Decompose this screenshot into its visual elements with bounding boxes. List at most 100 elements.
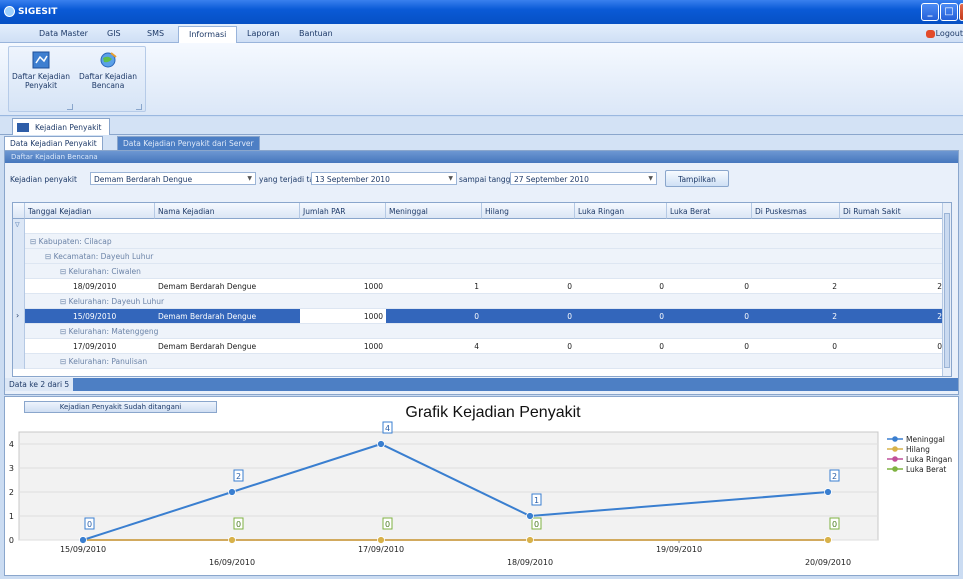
- data-label: 0: [236, 520, 241, 529]
- plot-area: [18, 431, 879, 541]
- menu-laporan[interactable]: Laporan: [247, 29, 280, 38]
- data-point: [824, 488, 832, 496]
- data-label: 2: [236, 472, 241, 481]
- chart-title: Grafik Kejadian Penyakit: [405, 404, 581, 421]
- col-luka-berat[interactable]: Luka Berat: [667, 203, 752, 219]
- y-tick-label: 4: [9, 440, 14, 449]
- cell-meninggal: 0: [474, 312, 479, 321]
- col-tanggal-kejadian[interactable]: Tanggal Kejadian: [25, 203, 155, 219]
- data-label: 0: [87, 520, 92, 529]
- col-nama-kejadian[interactable]: Nama Kejadian: [155, 203, 300, 219]
- data-point: [526, 536, 534, 544]
- menu-informasi[interactable]: Informasi: [178, 26, 238, 43]
- col-meninggal[interactable]: Meninggal: [386, 203, 482, 219]
- y-tick-label: 0: [9, 536, 14, 545]
- tab-data-dari-server[interactable]: Data Kejadian Penyakit dari Server: [117, 136, 260, 150]
- group-row-kelurahan[interactable]: ⊟ Kelurahan: Ciwalen: [13, 264, 944, 279]
- ribbon-btn2-line1: Daftar Kejadian: [79, 72, 137, 81]
- table-row-selected[interactable]: › 15/09/2010 Demam Berdarah Dengue 1000 …: [13, 309, 944, 324]
- minimize-button[interactable]: _: [921, 3, 939, 21]
- legend-marker: [892, 436, 898, 442]
- group-label-kelurahan: ⊟ Kelurahan: Panulisan: [60, 357, 148, 366]
- tab-kejadian-penyakit[interactable]: Kejadian Penyakit: [12, 118, 111, 135]
- cell-rumah-sakit: 0: [937, 342, 942, 351]
- group-launcher-icon[interactable]: [67, 104, 73, 110]
- menu-data-master[interactable]: Data Master: [39, 29, 88, 38]
- group-label-kelurahan: ⊟ Kelurahan: Ciwalen: [60, 267, 141, 276]
- close-button[interactable]: [959, 3, 963, 21]
- group-label-kelurahan: ⊟ Kelurahan: Dayeuh Luhur: [60, 297, 165, 306]
- group-row-kelurahan[interactable]: ⊟ Kelurahan: Dayeuh Luhur: [13, 294, 944, 309]
- document-tab-strip: Kejadian Penyakit: [0, 117, 963, 135]
- cell-par[interactable]: 1000: [300, 312, 383, 321]
- group-row-kabupaten[interactable]: ⊟ Kabupaten: Cilacap: [13, 234, 944, 249]
- data-label: 0: [385, 520, 390, 529]
- group-row-kelurahan[interactable]: ⊟ Kelurahan: Matenggeng: [13, 324, 944, 339]
- chart-panel: Kejadian Penyakit Sudah ditangani Grafik…: [4, 396, 959, 576]
- cell-hilang: 0: [567, 312, 572, 321]
- dropdown-arrow-icon: ▼: [247, 175, 252, 182]
- tanggal-dari-select[interactable]: 13 September 2010 ▼: [311, 172, 457, 185]
- data-point: [824, 536, 832, 544]
- tab-data-kejadian-penyakit[interactable]: Data Kejadian Penyakit: [4, 136, 103, 150]
- group-row-kecamatan[interactable]: ⊟ Kecamatan: Dayeuh Luhur: [13, 249, 944, 264]
- dropdown-arrow-icon: ▼: [448, 175, 453, 182]
- map-icon: [32, 51, 50, 69]
- group-launcher-icon[interactable]: [136, 104, 142, 110]
- cell-par: 1000: [363, 342, 383, 351]
- group-text: Kelurahan: Panulisan: [68, 357, 148, 366]
- legend-entry: Luka Ringan: [906, 455, 952, 464]
- group-text: Kabupaten: Cilacap: [38, 237, 112, 246]
- col-luka-ringan[interactable]: Luka Ringan: [575, 203, 667, 219]
- header-indicator: [13, 203, 25, 219]
- col-di-puskesmas[interactable]: Di Puskesmas: [752, 203, 840, 219]
- penyakit-select[interactable]: Demam Berdarah Dengue ▼: [90, 172, 256, 185]
- group-text: Kecamatan: Dayeuh Luhur: [53, 252, 154, 261]
- group-label-kecamatan: ⊟ Kecamatan: Dayeuh Luhur: [45, 252, 154, 261]
- menu-sms[interactable]: SMS: [147, 29, 164, 38]
- daftar-kejadian-bencana-button[interactable]: Daftar Kejadian Bencana: [75, 49, 141, 90]
- window-title: SIGESIT: [18, 7, 58, 17]
- maximize-button[interactable]: □: [940, 3, 958, 21]
- tampilkan-button[interactable]: Tampilkan: [665, 170, 729, 187]
- legend-entry: Meninggal: [906, 435, 945, 444]
- cell-puskesmas: 2: [832, 312, 837, 321]
- cell-tanggal: 18/09/2010: [73, 282, 117, 291]
- col-jumlah-par[interactable]: Jumlah PAR: [300, 203, 386, 219]
- row-indicator: [13, 339, 25, 354]
- form-icon: [17, 123, 29, 132]
- logout-link[interactable]: Logout: [925, 29, 963, 38]
- col-hilang[interactable]: Hilang: [482, 203, 575, 219]
- daftar-kejadian-panel: Daftar Kejadian Bencana Kejadian penyaki…: [4, 150, 959, 395]
- kejadian-grid: Tanggal Kejadian Nama Kejadian Jumlah PA…: [12, 202, 952, 377]
- scrollbar-thumb[interactable]: [944, 213, 950, 368]
- x-tick-label: 19/09/2010: [656, 545, 702, 554]
- logout-label: Logout: [935, 29, 963, 38]
- data-label: 4: [385, 424, 390, 433]
- menu-gis[interactable]: GIS: [107, 29, 121, 38]
- table-row[interactable]: 18/09/2010 Demam Berdarah Dengue 1000 1 …: [13, 279, 944, 294]
- cell-luka-berat: 0: [744, 312, 749, 321]
- cell-puskesmas: 2: [832, 282, 837, 291]
- record-position-label: Data ke 2 dari 5: [5, 378, 74, 391]
- daftar-kejadian-penyakit-button[interactable]: Daftar Kejadian Penyakit: [9, 49, 73, 90]
- legend-entry: Hilang: [906, 445, 930, 454]
- grid-vertical-scrollbar[interactable]: [942, 203, 951, 376]
- tab-label: Kejadian Penyakit: [35, 123, 102, 132]
- cell-rumah-sakit: 2: [937, 282, 942, 291]
- x-tick-label: 16/09/2010: [209, 558, 255, 567]
- table-row[interactable]: 17/09/2010 Demam Berdarah Dengue 1000 4 …: [13, 339, 944, 354]
- cell-tanggal: 17/09/2010: [73, 342, 117, 351]
- cell-nama: Demam Berdarah Dengue: [158, 312, 257, 321]
- x-tick-label: 20/09/2010: [805, 558, 851, 567]
- title-bar: SIGESIT _ □: [0, 0, 963, 24]
- menu-bantuan[interactable]: Bantuan: [299, 29, 333, 38]
- data-point: [79, 536, 87, 544]
- label-kejadian-penyakit: Kejadian penyakit: [10, 175, 77, 184]
- cell-nama: Demam Berdarah Dengue: [158, 282, 257, 291]
- row-indicator: [13, 279, 25, 294]
- col-di-rumah-sakit[interactable]: Di Rumah Sakit: [840, 203, 944, 219]
- group-row-kelurahan[interactable]: ⊟ Kelurahan: Panulisan: [13, 354, 944, 369]
- filter-row[interactable]: ∇: [13, 219, 944, 234]
- tanggal-sampai-select[interactable]: 27 September 2010 ▼: [510, 172, 657, 185]
